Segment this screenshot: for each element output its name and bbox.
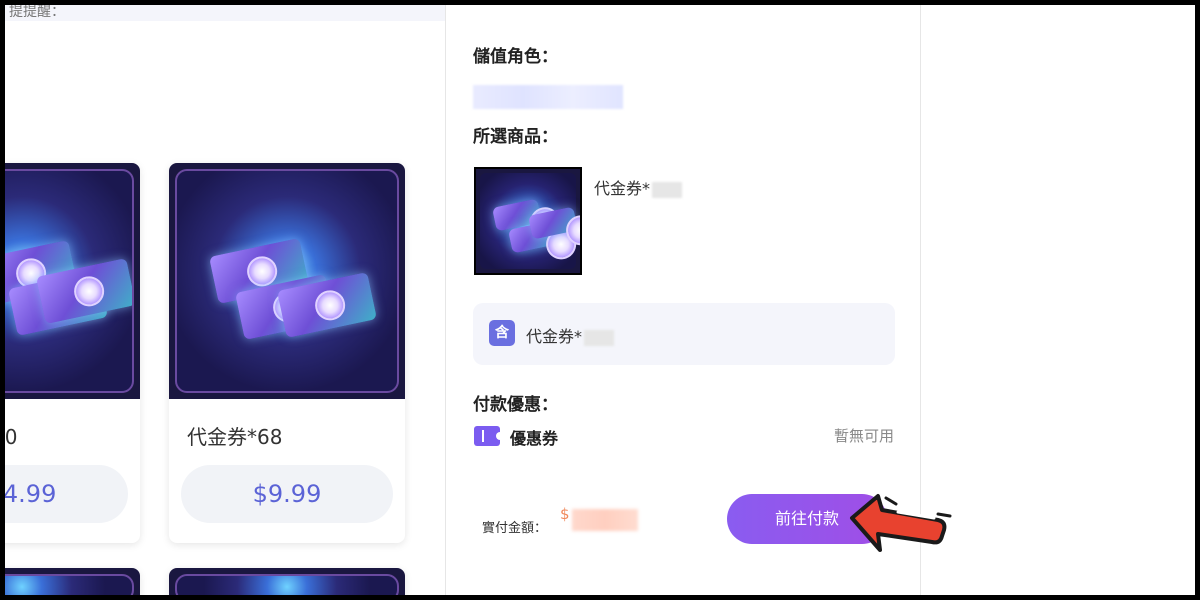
product-price-button[interactable]: $4.99 [5, 465, 128, 523]
selected-product-name: 代金券* [594, 175, 683, 199]
payment-discount-label: 付款優惠： [473, 395, 558, 415]
coupon-status: 暫無可用 [833, 427, 894, 445]
product-image [169, 568, 405, 595]
coupon-icon [474, 426, 504, 446]
included-items-box: 含 代金券* [473, 303, 895, 365]
total-label: 實付金額： [482, 521, 548, 536]
selected-product-label: 所選商品： [473, 127, 558, 147]
selected-product-name-text: 代金券* [594, 179, 651, 198]
product-card-68[interactable]: 代金券*68 $9.99 [169, 163, 405, 543]
include-text: 代金券* [526, 323, 615, 347]
product-card-30[interactable]: 代金券*30 $4.99 [5, 163, 140, 543]
include-badge: 含 [489, 320, 515, 346]
recharge-role-label: 儲值角色： [473, 47, 558, 67]
product-card-next-row[interactable] [169, 568, 405, 595]
product-name: 代金券*68 [187, 425, 283, 449]
product-price-button[interactable]: $9.99 [181, 465, 393, 523]
product-image [169, 163, 405, 399]
total-currency: $ [560, 505, 570, 523]
product-name: 代金券*30 [5, 425, 18, 449]
coupon-label: 優惠券 [510, 429, 559, 448]
selected-product-image [474, 167, 582, 275]
coupon-row[interactable]: 優惠券 暫無可用 [474, 423, 894, 448]
total-amount-masked [572, 509, 638, 531]
notice-bar: 提提醒： [5, 5, 445, 21]
role-name-masked [473, 85, 623, 109]
product-list-area: 提提醒： 代金券*30 $4.99 代金券*68 $9.99 [5, 5, 445, 595]
product-image [5, 163, 140, 399]
product-image [5, 568, 140, 595]
masked-quantity [652, 181, 683, 198]
notice-text: 提提醒： [9, 5, 65, 20]
pointer-arrow-icon [850, 494, 952, 552]
masked-quantity [584, 329, 615, 346]
include-text-value: 代金券* [526, 327, 583, 346]
product-card-next-row[interactable] [5, 568, 140, 595]
